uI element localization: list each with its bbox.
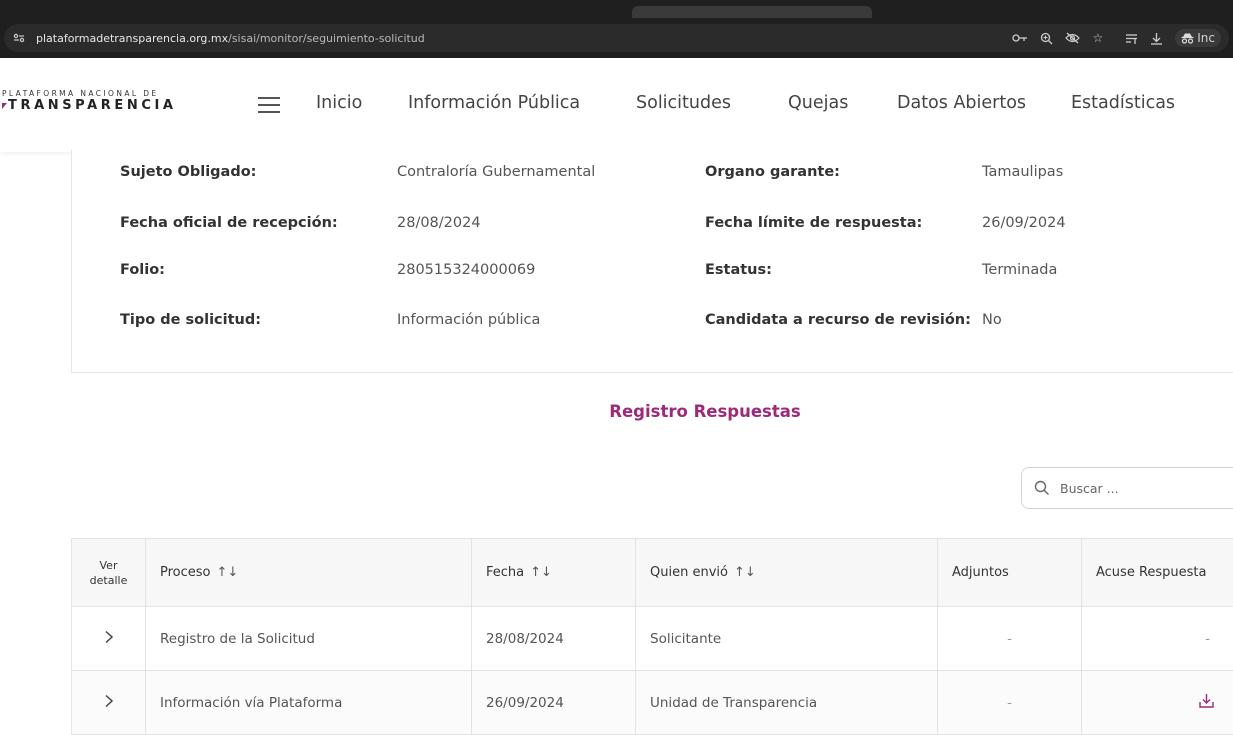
organo-label: Organo garante: [705, 164, 840, 180]
logo-line2: TRANSPARENCIA [8, 98, 177, 113]
nav-informacion-publica[interactable]: Información Pública [408, 93, 580, 113]
candidata-label: Candidata a recurso de revisión: [705, 312, 971, 328]
reading-list-icon[interactable] [1125, 33, 1138, 44]
browser-action-icons: ☆ Inc [1012, 24, 1229, 52]
search-input[interactable] [1060, 481, 1210, 496]
bookmark-star-icon[interactable]: ☆ [1092, 31, 1103, 45]
request-details-card: Sujeto Obligado: Contraloría Gubernament… [71, 150, 1233, 373]
cell-quien: Solicitante [636, 607, 938, 671]
browser-tab-active[interactable] [632, 6, 872, 18]
site-header: PLATAFORMA NACIONAL DE TRANSPARENCIA Ini… [0, 58, 1233, 152]
sort-icon[interactable]: ↑↓ [734, 565, 756, 580]
cell-adjuntos: - [938, 671, 1082, 735]
password-key-icon[interactable] [1012, 33, 1028, 43]
cell-fecha: 26/09/2024 [472, 671, 636, 735]
col-ver-detalle: Ver detalle [72, 539, 146, 607]
proceso-header-label: Proceso [160, 565, 211, 580]
estatus-value: Terminada [982, 262, 1057, 278]
chevron-right-icon [104, 694, 114, 708]
col-fecha[interactable]: Fecha ↑↓ [472, 539, 636, 607]
expand-row-button[interactable] [72, 607, 146, 671]
search-box[interactable] [1021, 467, 1233, 509]
logo-line1: PLATAFORMA NACIONAL DE [2, 89, 177, 98]
sort-icon[interactable]: ↑↓ [217, 565, 239, 580]
fecha-limite-label: Fecha límite de respuesta: [705, 215, 922, 231]
sort-icon[interactable]: ↑↓ [530, 565, 552, 580]
url-path: /sisai/monitor/seguimiento-solicitud [228, 32, 425, 45]
logo-line2-wrap: TRANSPARENCIA [2, 98, 177, 113]
organo-value: Tamaulipas [982, 164, 1063, 180]
hamburger-menu-icon[interactable] [258, 97, 280, 113]
folio-label: Folio: [120, 262, 165, 278]
sujeto-label: Sujeto Obligado: [120, 164, 256, 180]
address-bar[interactable]: plataformadetransparencia.org.mx/sisai/m… [4, 24, 1229, 52]
responses-table: Ver detalle Proceso ↑↓ Fecha ↑↓ Quien envió… [71, 538, 1233, 735]
chevron-right-icon [104, 630, 114, 644]
site-logo[interactable]: PLATAFORMA NACIONAL DE TRANSPARENCIA [2, 89, 177, 113]
sujeto-value: Contraloría Gubernamental [397, 164, 595, 180]
nav-quejas[interactable]: Quejas [788, 93, 848, 113]
nav-inicio[interactable]: Inicio [316, 93, 362, 113]
table-header-row: Ver detalle Proceso ↑↓ Fecha ↑↓ Quien envió… [72, 539, 1233, 607]
col-acuse-respuesta: Acuse Respuesta [1082, 539, 1233, 607]
download-icon [1199, 693, 1214, 708]
browser-tabstrip [0, 0, 1233, 18]
fecha-header-label: Fecha [486, 565, 524, 580]
cell-acuse: - [1082, 607, 1233, 671]
estatus-label: Estatus: [705, 262, 772, 278]
ver-detalle-line1: Ver [100, 559, 118, 572]
col-adjuntos: Adjuntos [938, 539, 1082, 607]
eye-off-icon[interactable] [1065, 32, 1080, 44]
nav-estadisticas[interactable]: Estadísticas [1071, 93, 1175, 113]
logo-mark-icon [2, 103, 7, 109]
expand-row-button[interactable] [72, 671, 146, 735]
col-quien-envio[interactable]: Quien envió ↑↓ [636, 539, 938, 607]
col-proceso[interactable]: Proceso ↑↓ [146, 539, 472, 607]
fecha-recepcion-value: 28/08/2024 [397, 215, 481, 231]
cell-quien: Unidad de Transparencia [636, 671, 938, 735]
cell-fecha: 28/08/2024 [472, 607, 636, 671]
url-text[interactable]: plataformadetransparencia.org.mx/sisai/m… [36, 32, 425, 45]
tipo-solicitud-label: Tipo de solicitud: [120, 312, 261, 328]
folio-value: 280515324000069 [397, 262, 535, 278]
incognito-badge[interactable]: Inc [1175, 29, 1221, 47]
url-domain: plataformadetransparencia.org.mx [36, 32, 228, 45]
table-row: Información vía Plataforma 26/09/2024 Un… [72, 671, 1233, 735]
cell-acuse[interactable] [1082, 671, 1233, 735]
candidata-value: No [982, 312, 1002, 328]
tipo-solicitud-value: Información pública [397, 312, 540, 328]
download-icon[interactable] [1150, 32, 1163, 45]
incognito-label: Inc [1197, 31, 1215, 45]
site-settings-icon[interactable] [12, 31, 26, 45]
cell-proceso: Información vía Plataforma [146, 671, 472, 735]
fecha-recepcion-label: Fecha oficial de recepción: [120, 215, 338, 231]
cell-adjuntos: - [938, 607, 1082, 671]
quien-header-label: Quien envió [650, 565, 728, 580]
table-row: Registro de la Solicitud 28/08/2024 Soli… [72, 607, 1233, 671]
fecha-limite-value: 26/09/2024 [982, 215, 1066, 231]
nav-solicitudes[interactable]: Solicitudes [636, 93, 731, 113]
zoom-icon[interactable] [1040, 32, 1053, 45]
browser-toolbar: plataformadetransparencia.org.mx/sisai/m… [0, 18, 1233, 58]
nav-datos-abiertos[interactable]: Datos Abiertos [897, 93, 1026, 113]
ver-detalle-line2: detalle [90, 574, 128, 587]
section-title: Registro Respuestas [0, 402, 1233, 421]
search-icon [1034, 479, 1052, 497]
cell-proceso: Registro de la Solicitud [146, 607, 472, 671]
